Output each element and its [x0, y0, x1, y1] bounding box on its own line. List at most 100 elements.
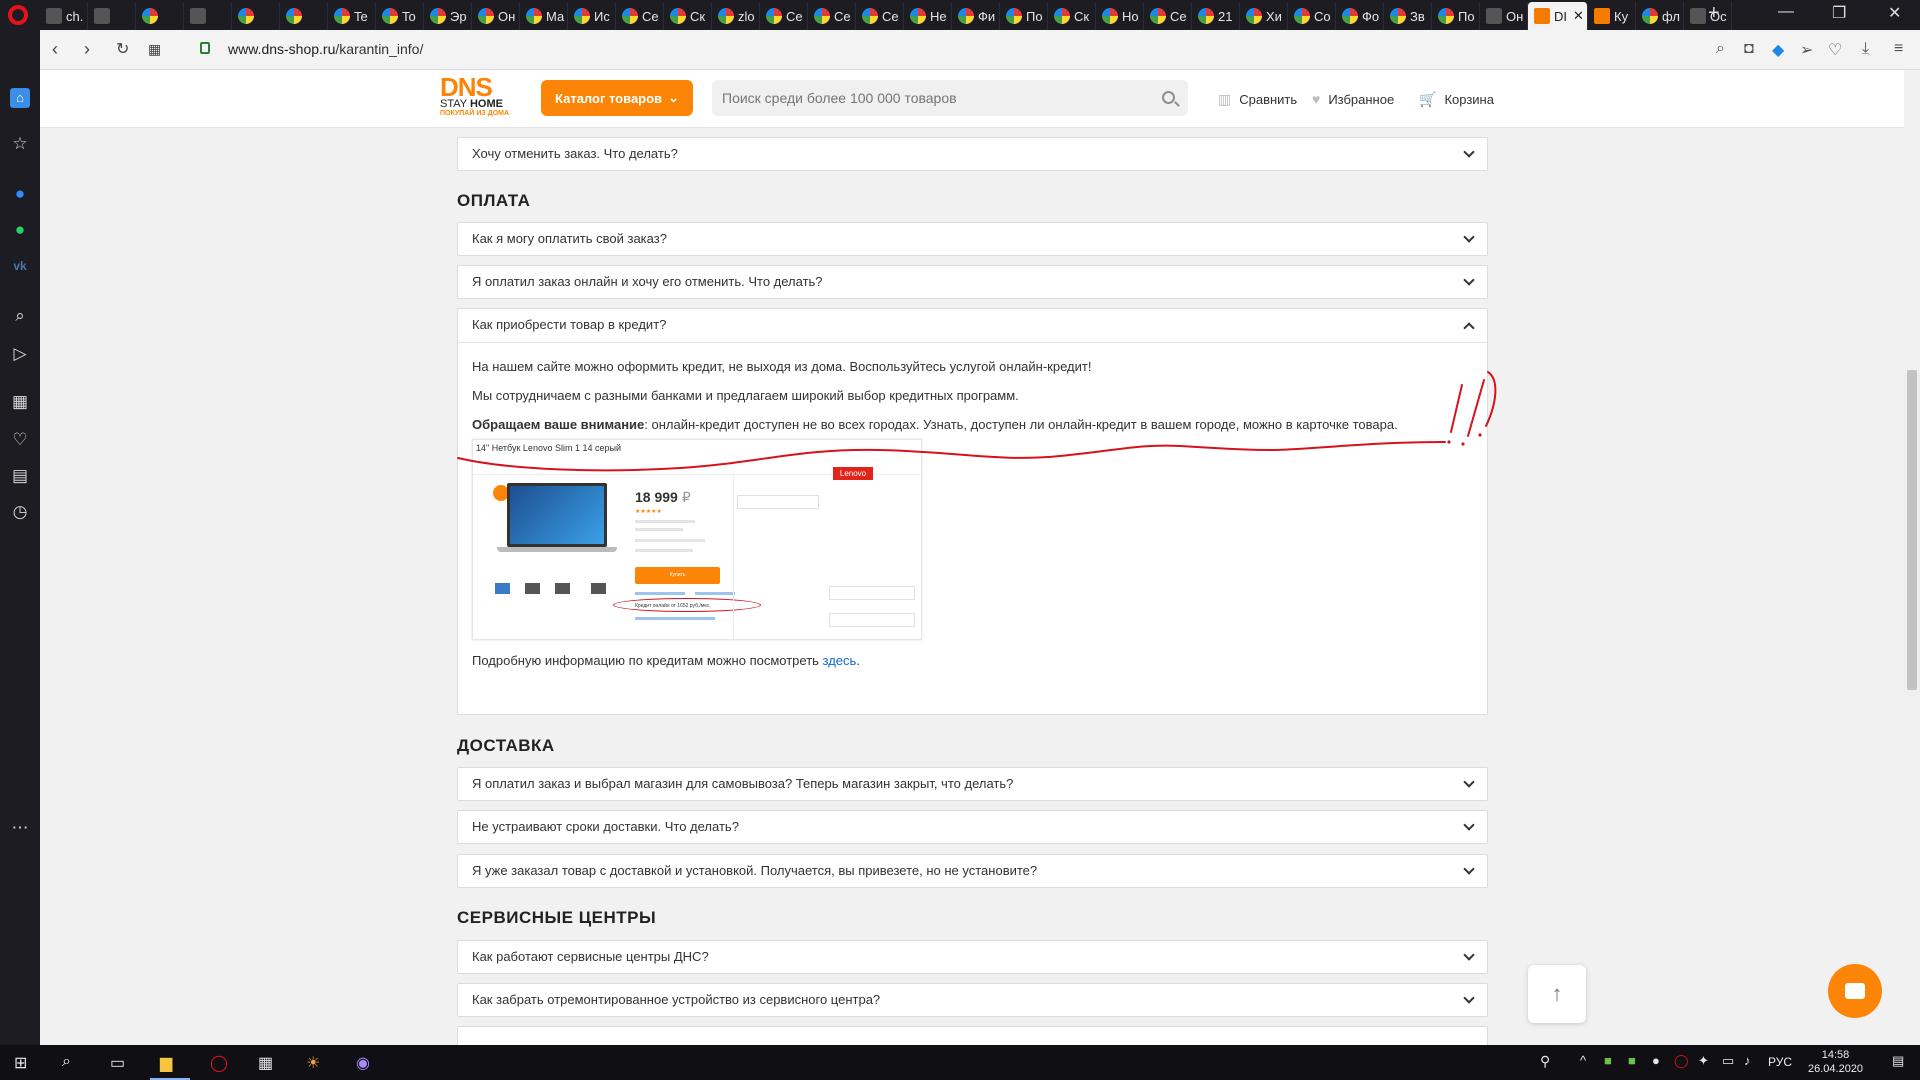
tray-app-icon[interactable]: ■ — [1604, 1053, 1612, 1068]
windows-start-icon[interactable]: ⊞ — [14, 1053, 27, 1073]
catalog-button[interactable]: Каталог товаров ⌄ — [541, 80, 693, 116]
faq-item-service-how[interactable]: Как работают сервисные центры ДНС? — [457, 940, 1488, 974]
browser-tab[interactable] — [232, 2, 280, 30]
task-view-icon[interactable]: ▭ — [110, 1053, 125, 1073]
faq-item-payment-cancel[interactable]: Я оплатил заказ онлайн и хочу его отмени… — [457, 265, 1488, 299]
lock-icon[interactable] — [200, 42, 210, 54]
minimize-icon[interactable]: — — [1778, 3, 1794, 21]
browser-tab[interactable]: Се — [760, 2, 808, 30]
browser-tab[interactable]: Хи — [1240, 2, 1288, 30]
browser-tab[interactable]: Не — [904, 2, 952, 30]
faq-item-service-more[interactable] — [457, 1026, 1488, 1045]
messenger-icon[interactable]: ● — [10, 184, 30, 204]
opera-taskbar-icon[interactable]: ◯ — [210, 1053, 228, 1073]
browser-tab[interactable]: Эр — [424, 2, 472, 30]
browser-tab[interactable]: Ск — [664, 2, 712, 30]
menu-icon[interactable]: ≡ — [1894, 40, 1903, 58]
tabs-grid-icon[interactable]: ▦ — [148, 41, 161, 58]
faq-item-delivery-install[interactable]: Я уже заказал товар с доставкой и устано… — [457, 854, 1488, 888]
browser-tab[interactable]: 21 — [1192, 2, 1240, 30]
reload-icon[interactable]: ↻ — [116, 39, 129, 59]
browser-tab[interactable]: Се — [856, 2, 904, 30]
faq-item-delivery-pickup[interactable]: Я оплатил заказ и выбрал магазин для сам… — [457, 767, 1488, 801]
browser-tab[interactable] — [280, 2, 328, 30]
browser-tab[interactable]: DI ✕ — [1528, 2, 1588, 30]
close-window-icon[interactable]: ✕ — [1888, 3, 1901, 23]
credit-info-link[interactable]: здесь — [823, 653, 857, 668]
restore-icon[interactable]: ❐ — [1832, 3, 1846, 23]
notifications-icon[interactable]: ▤ — [1892, 1053, 1904, 1069]
browser-tab[interactable]: Но — [1096, 2, 1144, 30]
browser-tab[interactable] — [184, 2, 232, 30]
tray-opera-icon[interactable]: ◯ — [1674, 1053, 1689, 1069]
chat-button[interactable] — [1828, 964, 1882, 1018]
compare-link[interactable]: ▥ Сравнить — [1218, 91, 1297, 108]
heart-icon[interactable]: ♡ — [1828, 40, 1842, 60]
browser-tab[interactable]: По — [1000, 2, 1048, 30]
vertical-scrollbar[interactable] — [1904, 70, 1920, 1045]
clock[interactable]: 14:58 26.04.2020 — [1808, 1048, 1863, 1076]
forward-icon[interactable]: › — [84, 39, 90, 60]
tray-expand-icon[interactable]: ^ — [1580, 1053, 1586, 1068]
search-icon[interactable]: ⌕ — [62, 1053, 71, 1071]
browser-tab[interactable] — [88, 2, 136, 30]
browser-tab[interactable]: Се — [808, 2, 856, 30]
browser-tab[interactable]: Te — [328, 2, 376, 30]
send-sidebar-icon[interactable]: ▷ — [10, 344, 30, 364]
cart-link[interactable]: 🛒 Корзина — [1419, 91, 1494, 108]
camera-icon[interactable]: ◘ — [1744, 40, 1754, 58]
browser-tab[interactable]: По — [1432, 2, 1480, 30]
faq-item-delivery-terms[interactable]: Не устраивают сроки доставки. Что делать… — [457, 810, 1488, 844]
whatsapp-icon[interactable]: ● — [10, 220, 30, 240]
browser-tab[interactable]: Ис — [568, 2, 616, 30]
faq-item-cancel-order[interactable]: Хочу отменить заказ. Что делать? — [457, 137, 1488, 171]
browser-tab[interactable]: Ку — [1588, 2, 1636, 30]
browser-tab[interactable]: Он — [1480, 2, 1528, 30]
faq-item-service-pickup[interactable]: Как забрать отремонтированное устройство… — [457, 983, 1488, 1017]
browser-tab[interactable]: To — [376, 2, 424, 30]
opera-logo-icon[interactable] — [8, 5, 28, 25]
back-icon[interactable]: ‹ — [52, 39, 58, 60]
favorites-icon[interactable]: ♡ — [10, 430, 30, 450]
search-icon[interactable]: ⌕ — [1716, 40, 1725, 58]
tab-close-icon[interactable]: ✕ — [1573, 8, 1584, 24]
tray-app-icon[interactable]: ■ — [1628, 1053, 1636, 1068]
browser-tab[interactable]: Он — [472, 2, 520, 30]
speed-dial-icon[interactable]: ☆ — [10, 134, 30, 154]
calculator-icon[interactable]: ▦ — [258, 1053, 273, 1073]
browser-tab[interactable]: Со — [1288, 2, 1336, 30]
volume-icon[interactable]: ♪ — [1744, 1053, 1751, 1068]
search-input[interactable] — [712, 80, 1188, 116]
scroll-to-top-button[interactable]: ↑ — [1528, 965, 1586, 1023]
browser-tab[interactable]: Фо — [1336, 2, 1384, 30]
home-icon[interactable]: ⌂ — [10, 88, 30, 108]
faq-item-payment-how[interactable]: Как я могу оплатить свой заказ? — [457, 222, 1488, 256]
tray-app-icon[interactable]: ● — [1652, 1053, 1660, 1068]
favorites-link[interactable]: ♥ Избранное — [1312, 91, 1394, 107]
download-icon[interactable]: ⤓ — [1862, 40, 1869, 58]
network-icon[interactable]: ▭ — [1722, 1053, 1734, 1069]
dns-logo[interactable]: DNS STAY HOME ПОКУПАЙ ИЗ ДОМА — [440, 74, 524, 120]
history-icon[interactable]: ◷ — [10, 502, 30, 522]
browser-tab[interactable] — [136, 2, 184, 30]
language-indicator[interactable]: РУС — [1768, 1055, 1792, 1069]
browser-tab[interactable]: Се — [1144, 2, 1192, 30]
send-icon[interactable]: ➢ — [1800, 40, 1813, 60]
search-icon[interactable] — [1162, 91, 1175, 104]
browser-tab[interactable]: ch. — [40, 2, 88, 30]
tray-app-icon[interactable]: ✦ — [1698, 1053, 1709, 1069]
new-tab-button[interactable]: + — [1708, 2, 1720, 25]
scrollbar-thumb[interactable] — [1907, 370, 1917, 690]
browser-tab[interactable]: Ма — [520, 2, 568, 30]
url-field[interactable]: www.dns-shop.ru/karantin_info/ — [228, 41, 423, 57]
browser-tab[interactable]: Се — [616, 2, 664, 30]
file-explorer-icon[interactable]: ▆ — [160, 1053, 172, 1073]
vk-icon[interactable]: vk — [10, 256, 30, 276]
search-sidebar-icon[interactable]: ⌕ — [10, 306, 30, 326]
faq-item-credit-header[interactable]: Как приобрести товар в кредит? — [458, 309, 1487, 343]
discord-icon[interactable]: ◉ — [356, 1053, 370, 1073]
more-icon[interactable]: ⋯ — [10, 818, 30, 838]
people-icon[interactable]: ⚲ — [1540, 1053, 1550, 1070]
browser-tab[interactable]: Ск — [1048, 2, 1096, 30]
browser-tab[interactable]: zlo — [712, 2, 760, 30]
